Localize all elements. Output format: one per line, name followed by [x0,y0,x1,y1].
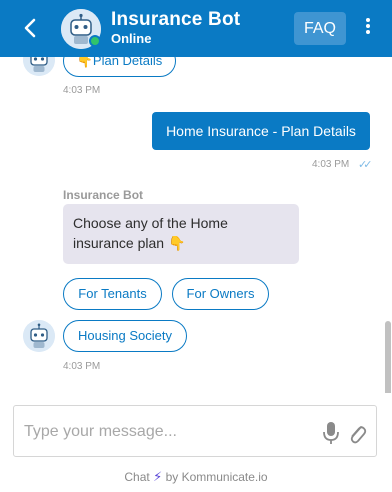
double-check-icon: ✓✓ [358,159,373,171]
message-list[interactable]: 👇Plan Details 4:03 PM Home Insurance - P… [0,57,392,393]
quick-reply-housing-society[interactable]: Housing Society [63,320,187,352]
quick-reply-for-owners[interactable]: For Owners [172,278,269,310]
sender-name: Insurance Bot [63,188,144,202]
scrollbar-thumb[interactable] [385,321,391,393]
message-time: 4:03 PM [63,85,101,96]
kebab-menu-icon[interactable] [362,16,374,40]
pointing-down-emoji: 👇 [76,57,93,68]
paperclip-icon[interactable] [347,421,367,445]
quick-reply-label: Plan Details [92,57,163,68]
bot-avatar-icon [23,57,55,76]
message-composer [13,405,377,457]
message-time: 4:03 PM [63,361,101,372]
back-arrow-icon[interactable] [18,16,42,40]
quick-reply-plan-details[interactable]: 👇Plan Details [63,57,176,77]
user-message-bubble: Home Insurance - Plan Details [152,112,370,150]
faq-button[interactable]: FAQ [294,12,346,45]
online-status-dot [89,35,101,47]
online-status: Online [111,31,152,46]
footer-brand: by Kommunicate.io [165,470,268,484]
message-time: 4:03 PM [312,159,350,170]
message-input[interactable] [24,420,314,444]
microphone-icon[interactable] [322,421,340,445]
bot-avatar-icon [23,320,55,352]
chat-title: Insurance Bot [111,9,241,30]
quick-reply-for-tenants[interactable]: For Tenants [63,278,162,310]
footer-prefix: Chat [124,470,150,484]
bot-message-bubble: Choose any of the Home insurance plan 👇 [63,204,299,264]
powered-by-footer[interactable]: Chat ⚡ by Kommunicate.io [0,469,392,485]
lightning-icon: ⚡ [153,469,163,484]
chat-header: Insurance Bot Online FAQ [0,0,392,57]
